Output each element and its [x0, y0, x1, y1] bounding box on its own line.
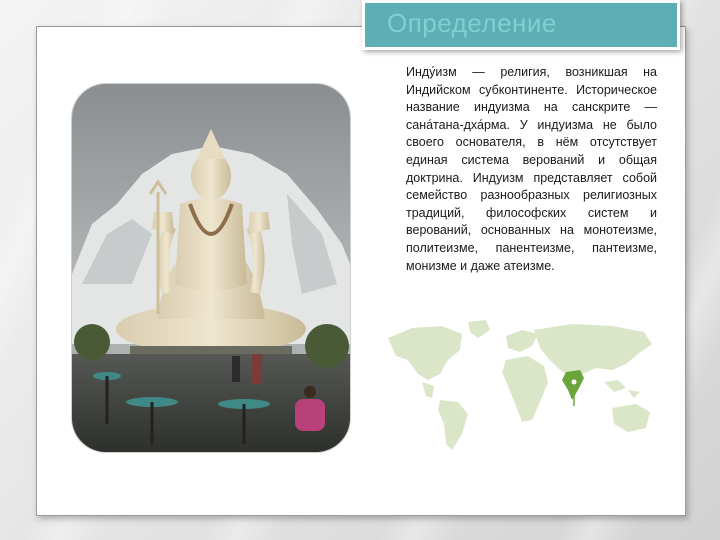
title-banner: Определение: [362, 0, 680, 50]
definition-paragraph: Инду́изм — религия, возникшая на Индийск…: [406, 65, 657, 273]
map-label-india: Индия: [559, 410, 585, 419]
shiva-statue-photo: [72, 84, 350, 452]
slide-title: Определение: [387, 8, 557, 38]
world-map: [382, 316, 662, 460]
